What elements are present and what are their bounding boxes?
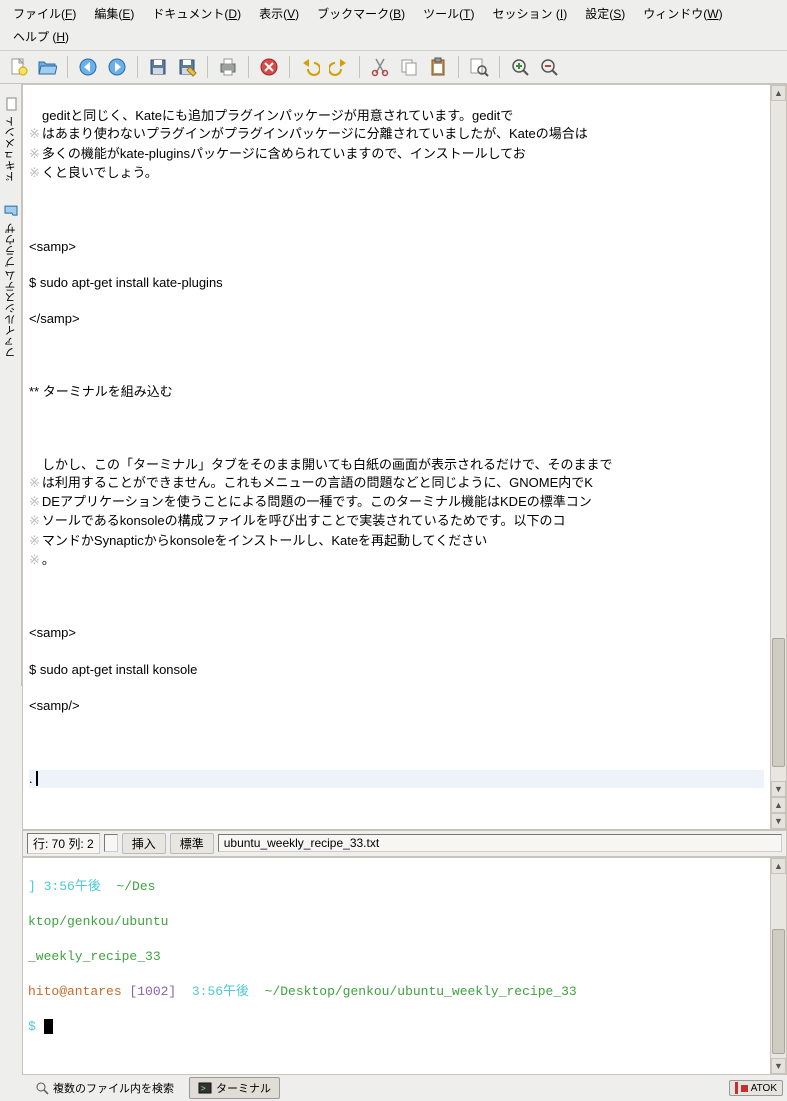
bottom-tab-search-in-files[interactable]: 複数のファイル内を検索 <box>26 1077 183 1099</box>
scroll-down2-icon[interactable]: ▼ <box>771 813 786 829</box>
editor-samp-open: <samp> <box>29 238 764 256</box>
status-modified <box>104 834 118 852</box>
ime-square-icon <box>741 1085 748 1092</box>
status-line-col: 行: 70 列: 2 <box>27 833 100 854</box>
bottom-tab-terminal[interactable]: > ターミナル <box>189 1077 280 1099</box>
document-icon <box>4 97 18 111</box>
menu-bookmarks[interactable]: ブックマーク(B) <box>308 2 414 25</box>
status-bar: 行: 70 列: 2 挿入 標準 ubuntu_weekly_recipe_33… <box>22 830 787 857</box>
menu-edit[interactable]: 編集(E) <box>85 2 143 25</box>
menu-document[interactable]: ドキュメント(D) <box>143 2 250 25</box>
scroll-up2-icon[interactable]: ▲ <box>771 797 786 813</box>
paste-icon[interactable] <box>425 54 451 80</box>
back-icon[interactable] <box>75 54 101 80</box>
menu-view[interactable]: 表示(V) <box>250 2 308 25</box>
zoom-in-icon[interactable] <box>507 54 533 80</box>
menu-window[interactable]: ウィンドウ(W) <box>634 2 731 25</box>
new-file-icon[interactable] <box>5 54 31 80</box>
status-filepath: ubuntu_weekly_recipe_33.txt <box>218 834 782 852</box>
side-toolview: ドキュメント ファイルシステム ブラウザ <box>0 84 22 686</box>
bottom-tab-search-label: 複数のファイル内を検索 <box>53 1080 174 1096</box>
bottom-toolview: 複数のファイル内を検索 > ターミナル ATOK <box>22 1075 787 1101</box>
ime-indicator[interactable]: ATOK <box>729 1080 783 1096</box>
editor-cmd1: $ sudo apt-get install kate-plugins <box>29 274 764 292</box>
zoom-out-icon[interactable] <box>536 54 562 80</box>
ime-bar-icon <box>735 1082 738 1094</box>
find-icon[interactable] <box>466 54 492 80</box>
editor-caret-line: . <box>29 771 33 786</box>
menu-help[interactable]: ヘルプ (H) <box>4 25 78 48</box>
editor-samp2-open: <samp> <box>29 624 764 642</box>
save-icon[interactable] <box>145 54 171 80</box>
redo-icon[interactable] <box>326 54 352 80</box>
copy-icon[interactable] <box>396 54 422 80</box>
open-file-icon[interactable] <box>34 54 60 80</box>
ime-label: ATOK <box>751 1083 777 1094</box>
terminal-scrollbar[interactable]: ▲ ▼ <box>770 858 786 1075</box>
scroll-up-icon[interactable]: ▲ <box>771 85 786 101</box>
term-scroll-thumb[interactable] <box>772 929 785 1055</box>
menu-file[interactable]: ファイル(F) <box>4 2 85 25</box>
terminal-icon: > <box>198 1081 212 1095</box>
menu-session[interactable]: セッション (I) <box>484 2 577 25</box>
toolbar <box>0 51 787 84</box>
menu-settings[interactable]: 設定(S) <box>576 2 634 25</box>
terminal-content[interactable]: ] 3:56午後 ~/Des ktop/genkou/ubuntu _weekl… <box>23 858 770 1075</box>
editor-para1: geditと同じく、Kateにも追加プラグインパッケージが用意されています。ge… <box>29 108 588 180</box>
editor-cmd2: $ sudo apt-get install konsole <box>29 661 764 679</box>
side-tab-fs-browser[interactable]: ファイルシステム ブラウザ <box>0 193 22 369</box>
editor-samp2-close: <samp/> <box>29 697 764 715</box>
editor-content[interactable]: geditと同じく、Kateにも追加プラグインパッケージが用意されています。ge… <box>23 85 770 829</box>
editor-samp-close: </samp> <box>29 310 764 328</box>
menu-tools[interactable]: ツール(T) <box>414 2 483 25</box>
save-as-icon[interactable] <box>174 54 200 80</box>
editor-para2: しかし、この「ターミナル」タブをそのまま開いても白紙の画面が表示されるだけで、そ… <box>29 457 612 567</box>
terminal-view[interactable]: ] 3:56午後 ~/Des ktop/genkou/ubuntu _weekl… <box>22 857 787 1076</box>
cut-icon[interactable] <box>367 54 393 80</box>
term-scroll-up-icon[interactable]: ▲ <box>771 858 786 874</box>
side-tab-documents[interactable]: ドキュメント <box>0 86 22 193</box>
editor-scrollbar[interactable]: ▲ ▼ ▲ ▼ <box>770 85 786 829</box>
status-insert-mode[interactable]: 挿入 <box>122 833 166 854</box>
terminal-cursor <box>44 1019 53 1034</box>
editor-heading: ** ターミナルを組み込む <box>29 383 764 401</box>
scroll-thumb[interactable] <box>772 638 785 767</box>
print-icon[interactable] <box>215 54 241 80</box>
text-caret <box>36 771 38 786</box>
svg-text:>: > <box>201 1084 206 1093</box>
undo-icon[interactable] <box>297 54 323 80</box>
menubar: ファイル(F) 編集(E) ドキュメント(D) 表示(V) ブックマーク(B) … <box>0 0 787 51</box>
bottom-tab-terminal-label: ターミナル <box>216 1080 271 1096</box>
scroll-down-icon[interactable]: ▼ <box>771 781 786 797</box>
folder-icon <box>4 204 18 218</box>
editor-view[interactable]: geditと同じく、Kateにも追加プラグインパッケージが用意されています。ge… <box>22 84 787 830</box>
close-doc-icon[interactable] <box>256 54 282 80</box>
forward-icon[interactable] <box>104 54 130 80</box>
term-scroll-down-icon[interactable]: ▼ <box>771 1058 786 1074</box>
status-indent-mode[interactable]: 標準 <box>170 833 214 854</box>
search-icon <box>35 1081 49 1095</box>
